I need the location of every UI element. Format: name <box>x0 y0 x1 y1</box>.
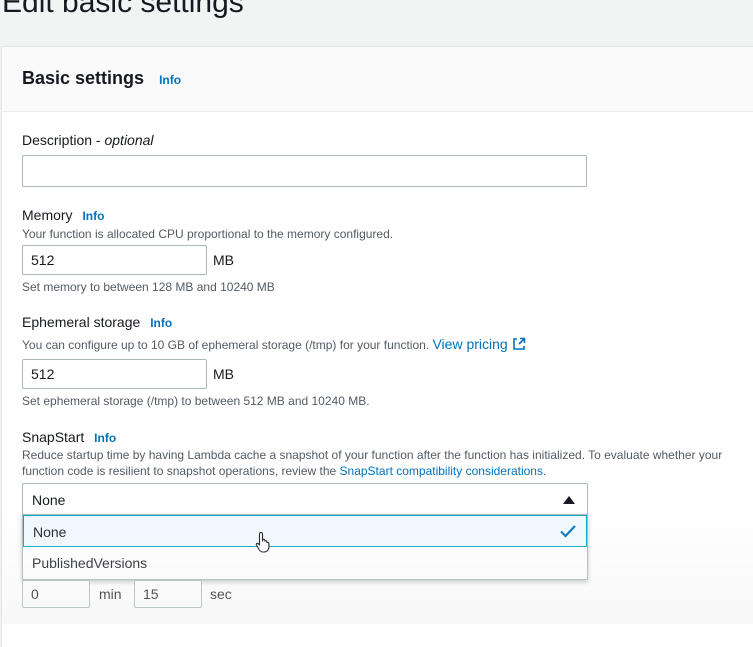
memory-unit: MB <box>213 252 234 268</box>
ephemeral-help: You can configure up to 10 GB of ephemer… <box>22 338 430 352</box>
snapstart-help-1: Reduce startup time by having Lambda cac… <box>22 448 723 462</box>
basic-settings-panel: Basic settings Info Description - option… <box>2 46 753 647</box>
snapstart-dropdown: None PublishedVersions <box>22 514 588 580</box>
memory-input[interactable] <box>22 245 207 275</box>
snapstart-help-end: . <box>542 464 547 478</box>
snapstart-compat-link[interactable]: SnapStart compatibility considerations <box>340 464 543 478</box>
ephemeral-label-text: Ephemeral storage <box>22 314 141 330</box>
snapstart-selected-value: None <box>32 492 66 508</box>
page-title: Edit basic settings <box>2 0 244 19</box>
panel-header: Basic settings Info <box>2 47 753 112</box>
description-label-text: Description <box>22 132 93 148</box>
basic-settings-heading: Basic settings Info <box>22 68 181 89</box>
basic-settings-title: Basic settings <box>22 68 145 88</box>
description-separator: - <box>92 132 105 148</box>
memory-label-text: Memory <box>22 207 73 223</box>
description-input[interactable] <box>22 155 587 187</box>
snapstart-option-none[interactable]: None <box>23 515 587 547</box>
ephemeral-input[interactable] <box>22 359 207 389</box>
timeout-seconds-input[interactable] <box>134 580 202 608</box>
memory-info-link[interactable]: Info <box>82 209 104 223</box>
ephemeral-help-line: You can configure up to 10 GB of ephemer… <box>22 336 526 352</box>
ephemeral-label: Ephemeral storage Info <box>22 314 172 330</box>
snapstart-label-text: SnapStart <box>22 429 85 445</box>
snapstart-option-publishedversions[interactable]: PublishedVersions <box>23 547 587 579</box>
memory-help: Your function is allocated CPU proportio… <box>22 227 394 241</box>
option-label: PublishedVersions <box>32 555 148 571</box>
ephemeral-info-link[interactable]: Info <box>150 316 172 330</box>
description-label: Description - optional <box>22 132 154 148</box>
snapstart-label: SnapStart Info <box>22 429 116 445</box>
snapstart-select[interactable]: None <box>22 483 588 515</box>
description-optional: optional <box>104 132 154 148</box>
caret-up-icon <box>563 496 575 504</box>
memory-constraint: Set memory to between 128 MB and 10240 M… <box>22 280 275 294</box>
view-pricing-link[interactable]: View pricing <box>432 336 526 352</box>
snapstart-help-text: function code is resilient to snapshot o… <box>22 464 337 478</box>
view-pricing-text: View pricing <box>432 336 508 352</box>
ephemeral-unit: MB <box>213 366 234 382</box>
external-link-icon <box>512 337 526 350</box>
check-icon <box>560 525 576 538</box>
ephemeral-constraint: Set ephemeral storage (/tmp) to between … <box>22 394 370 408</box>
snapstart-info-link[interactable]: Info <box>94 431 116 445</box>
memory-label: Memory Info <box>22 207 104 223</box>
hand-cursor-icon <box>255 531 270 553</box>
timeout-min-unit: min <box>99 586 122 602</box>
snapstart-help-2: function code is resilient to snapshot o… <box>22 464 546 478</box>
timeout-minutes-input[interactable] <box>22 580 90 608</box>
option-label: None <box>33 524 67 540</box>
timeout-sec-unit: sec <box>210 586 232 602</box>
basic-settings-info-link[interactable]: Info <box>159 73 181 87</box>
